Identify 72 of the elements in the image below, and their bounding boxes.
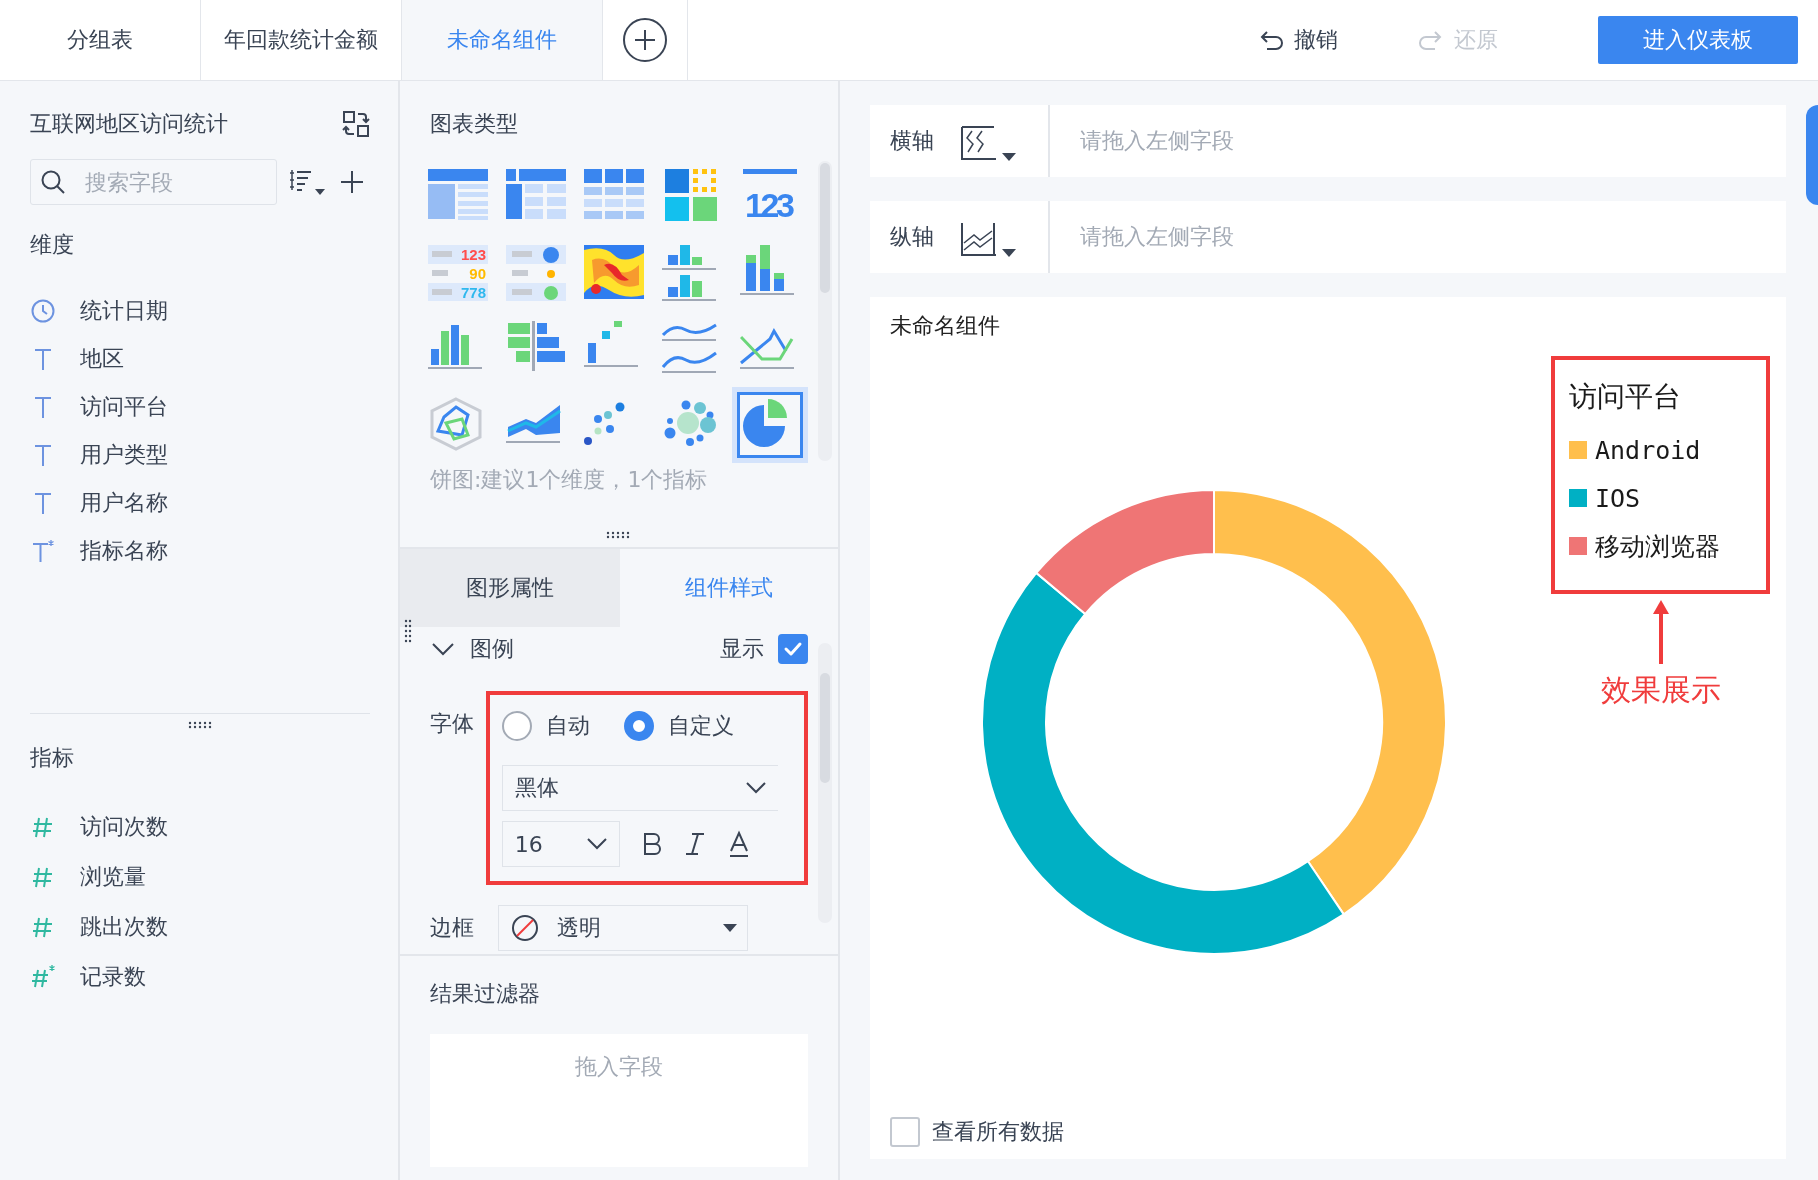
search-icon <box>40 169 66 195</box>
radio-button[interactable] <box>501 711 532 741</box>
tab[interactable]: 图形属性 <box>400 549 620 627</box>
checkbox-label: 显示 <box>720 635 764 663</box>
caret-icon[interactable] <box>1002 249 1016 257</box>
checkbox-label: 查看所有数据 <box>932 1118 1064 1146</box>
legend-label: IOS <box>1595 483 1641 513</box>
radio-button[interactable] <box>623 711 654 741</box>
field-name[interactable]: 记录数 <box>80 962 146 992</box>
annotation-arrow <box>1652 600 1669 664</box>
section-title: 图例 <box>470 635 514 663</box>
field-name[interactable]: 用户名称 <box>80 488 168 518</box>
axis-label: 纵轴 <box>889 223 935 251</box>
section-heading: 图表类型 <box>430 110 518 138</box>
undo-button[interactable]: 撤销 <box>1218 0 1378 80</box>
legend-title: 访问平台 <box>1569 379 1682 415</box>
field-name[interactable]: 用户类型 <box>80 440 168 470</box>
italic-icon[interactable] <box>683 831 706 857</box>
field-label: 字体 <box>430 710 475 738</box>
field-name[interactable]: 访问平台 <box>80 392 168 422</box>
drag-handle-icon[interactable] <box>404 619 412 645</box>
underline-icon[interactable] <box>727 830 750 858</box>
checkmark-icon <box>784 642 802 656</box>
scrollbar[interactable] <box>818 643 832 923</box>
hash-icon <box>30 964 56 990</box>
chart-title: 未命名组件 <box>890 312 1000 340</box>
switch-dataset-icon[interactable] <box>342 110 370 138</box>
collapse-handle[interactable] <box>1806 105 1818 205</box>
bold-icon[interactable] <box>641 831 662 857</box>
no-fill-icon <box>511 914 539 942</box>
section-heading: 结果过滤器 <box>430 980 540 1008</box>
dataset-title: 互联网地区访问统计 <box>30 110 228 138</box>
chart-type-hint: 饼图:建议1个维度，1个指标 <box>430 466 709 494</box>
enter-dashboard-button[interactable]: 进入仪表板 <box>1598 16 1798 64</box>
search-field[interactable]: 搜索字段 <box>30 159 277 205</box>
scrollbar[interactable] <box>818 161 832 461</box>
caret-icon[interactable] <box>1002 153 1016 161</box>
section-heading: 维度 <box>30 231 74 259</box>
annotation-text: 效果展示 <box>1600 671 1721 709</box>
y-axis-icon[interactable] <box>960 221 996 257</box>
legend-label: 移动浏览器 <box>1595 530 1720 563</box>
drag-handle-icon[interactable] <box>188 721 214 729</box>
field-name[interactable]: 统计日期 <box>80 296 168 326</box>
legend-label: Android <box>1595 435 1701 465</box>
radio-label: 自定义 <box>667 712 734 740</box>
drag-handle-icon[interactable] <box>606 531 632 539</box>
border-select[interactable]: 透明 <box>498 905 748 951</box>
font-family-select[interactable]: 黑体 <box>501 765 778 811</box>
add-tab-icon[interactable] <box>622 17 668 63</box>
field-label: 边框 <box>430 914 475 942</box>
axis-label: 横轴 <box>889 127 935 155</box>
add-icon[interactable] <box>339 169 365 195</box>
field-name[interactable]: 地区 <box>80 344 124 374</box>
heatmap-icon <box>584 245 644 301</box>
field-name[interactable]: 指标名称 <box>80 536 168 566</box>
font-size-select[interactable]: 16 <box>501 821 620 867</box>
redo-icon <box>1418 29 1444 51</box>
field-name[interactable]: 浏览量 <box>80 862 146 892</box>
x-axis-icon[interactable] <box>960 125 996 161</box>
text-type-icon <box>30 538 56 564</box>
tab[interactable]: 分组表 <box>0 0 201 80</box>
checkbox[interactable] <box>778 634 808 664</box>
sort-filter-icon[interactable] <box>289 167 327 197</box>
field-name[interactable]: 访问次数 <box>80 812 168 842</box>
checkbox[interactable] <box>890 1117 920 1147</box>
section-heading: 指标 <box>30 744 74 772</box>
caret-icon <box>723 924 737 932</box>
dot-list-icon <box>506 245 566 301</box>
undo-icon <box>1258 29 1284 51</box>
clock-icon <box>30 298 56 324</box>
field-name[interactable]: 跳出次数 <box>80 912 168 942</box>
radio-label: 自动 <box>545 712 590 740</box>
